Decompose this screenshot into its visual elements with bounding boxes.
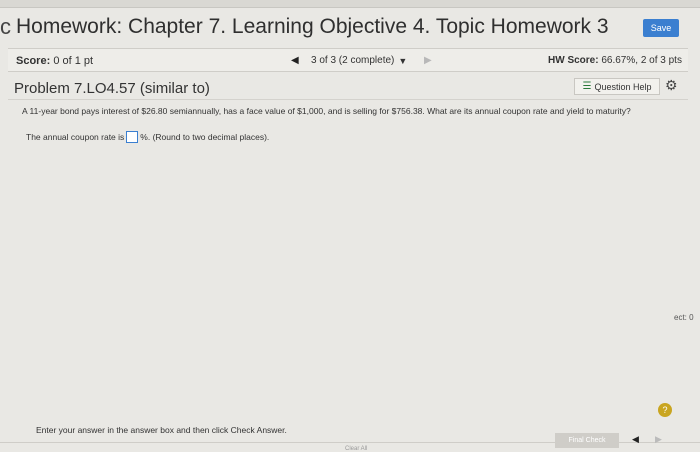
title-stub: c: [0, 14, 11, 39]
list-icon: ☰: [582, 81, 592, 92]
instructions: Enter your answer in the answer box and …: [36, 425, 287, 435]
question-help-label: Question Help: [594, 81, 652, 92]
help-icon[interactable]: ?: [658, 403, 672, 417]
question-text: A 11-year bond pays interest of $26.80 s…: [22, 106, 631, 116]
hw-score-value: 66.67%, 2 of 3 pts: [601, 55, 682, 66]
score: Score: 0 of 1 pt: [16, 55, 93, 67]
coupon-rate-input[interactable]: [126, 131, 139, 143]
gear-icon[interactable]: ⚙: [665, 77, 678, 94]
prev-question-icon[interactable]: ◀: [291, 55, 299, 66]
page-title: Homework: Chapter 7. Learning Objective …: [16, 15, 609, 38]
next-question-icon[interactable]: ▶: [424, 55, 432, 66]
problem-title: Problem 7.LO4.57 (similar to): [14, 80, 210, 97]
top-strip: [0, 0, 700, 8]
chevron-down-icon: ▼: [398, 55, 408, 66]
clear-all-button[interactable]: Clear All: [345, 446, 367, 452]
save-button[interactable]: Save: [643, 19, 679, 37]
score-value: 0 of 1 pt: [53, 55, 94, 67]
next-icon[interactable]: ▶: [655, 434, 662, 445]
score-bar: Score: 0 of 1 pt ◀ 3 of 3 (2 complete) ▼…: [8, 48, 688, 72]
final-check-button[interactable]: Final Check: [555, 433, 619, 448]
answer-prefix: The annual coupon rate is: [26, 132, 125, 142]
title-bar: c Homework: Chapter 7. Learning Objectiv…: [0, 10, 700, 44]
question-selector[interactable]: 3 of 3 (2 complete) ▼: [311, 53, 417, 68]
answer-suffix: %. (Round to two decimal places).: [140, 132, 270, 142]
hw-score-label: HW Score:: [548, 55, 599, 66]
side-text: ect: 0: [674, 313, 694, 322]
problem-bar: Problem 7.LO4.57 (similar to) ☰ Question…: [8, 74, 688, 100]
prev-icon[interactable]: ◀: [632, 434, 639, 445]
score-label: Score:: [16, 55, 51, 67]
answer-line: The annual coupon rate is %. (Round to t…: [26, 131, 269, 143]
question-selector-label: 3 of 3 (2 complete): [311, 55, 395, 66]
question-help-button[interactable]: ☰ Question Help: [574, 78, 660, 95]
hw-score: HW Score: 66.67%, 2 of 3 pts: [548, 55, 682, 66]
